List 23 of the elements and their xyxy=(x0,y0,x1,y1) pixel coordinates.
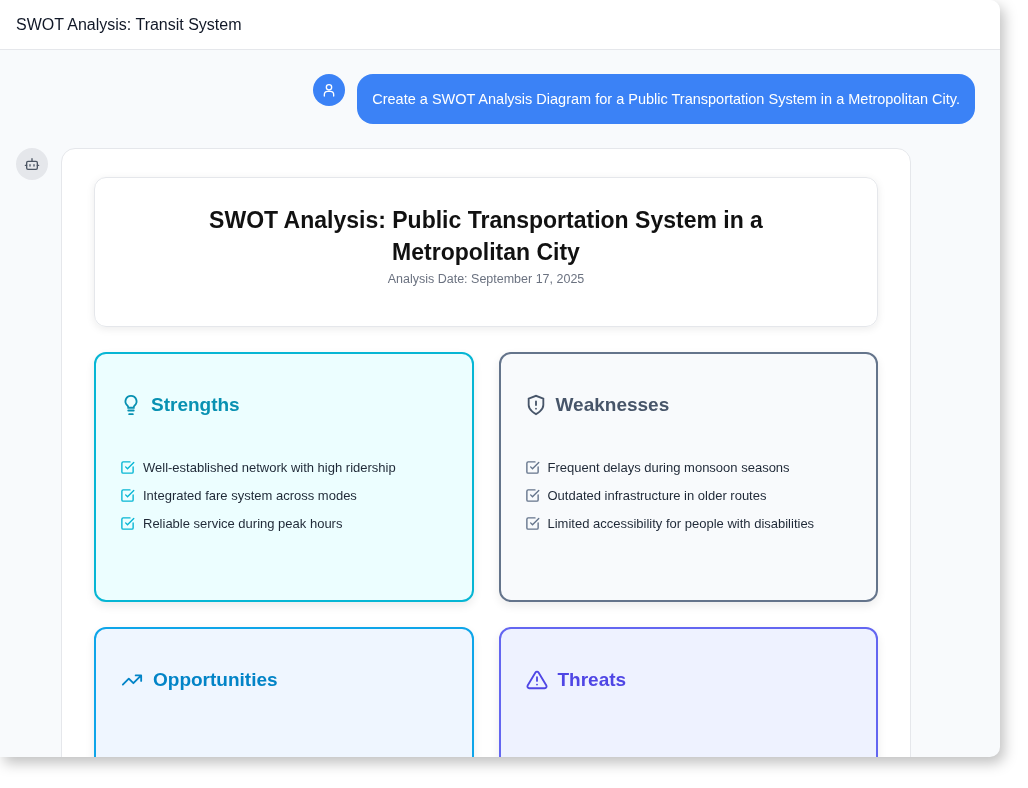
quadrant-title: Threats xyxy=(557,669,627,691)
checkbox-icon xyxy=(120,460,135,475)
checkbox-icon xyxy=(524,460,540,475)
user-message: Create a SWOT Analysis Diagram for a Public Transportation System in a Metropolitan City. xyxy=(357,74,975,124)
analysis-date: Analysis Date: September 17, 2025 xyxy=(386,272,586,286)
list-item-text: Well-established network with high ridership xyxy=(143,460,396,475)
quadrant-title: Opportunities xyxy=(153,669,278,691)
checkbox-icon xyxy=(120,488,135,503)
bot-avatar-icon xyxy=(16,148,48,180)
list-item-text: Integrated fare system across modes xyxy=(143,488,357,503)
quadrant-title: Weaknesses xyxy=(555,394,670,416)
list-item-text: Limited accessibility for people with disabilities xyxy=(547,516,815,531)
list-item-text: Reliable service during peak hours xyxy=(143,516,343,531)
checkbox-icon xyxy=(120,516,135,531)
checkbox-icon xyxy=(524,488,540,503)
user-avatar-icon xyxy=(313,74,346,106)
report-title: SWOT Analysis: Public Transportation System in a Metropolitan City xyxy=(208,206,764,267)
list-item-text: Frequent delays during monsoon seasons xyxy=(547,460,790,475)
list-item-text: Outdated infrastructure in older routes xyxy=(547,488,767,503)
warning-icon xyxy=(524,669,549,691)
quadrant-title: Strengths xyxy=(151,394,240,416)
checkbox-icon xyxy=(524,516,540,531)
window-title: SWOT Analysis: Transit System xyxy=(16,15,242,34)
